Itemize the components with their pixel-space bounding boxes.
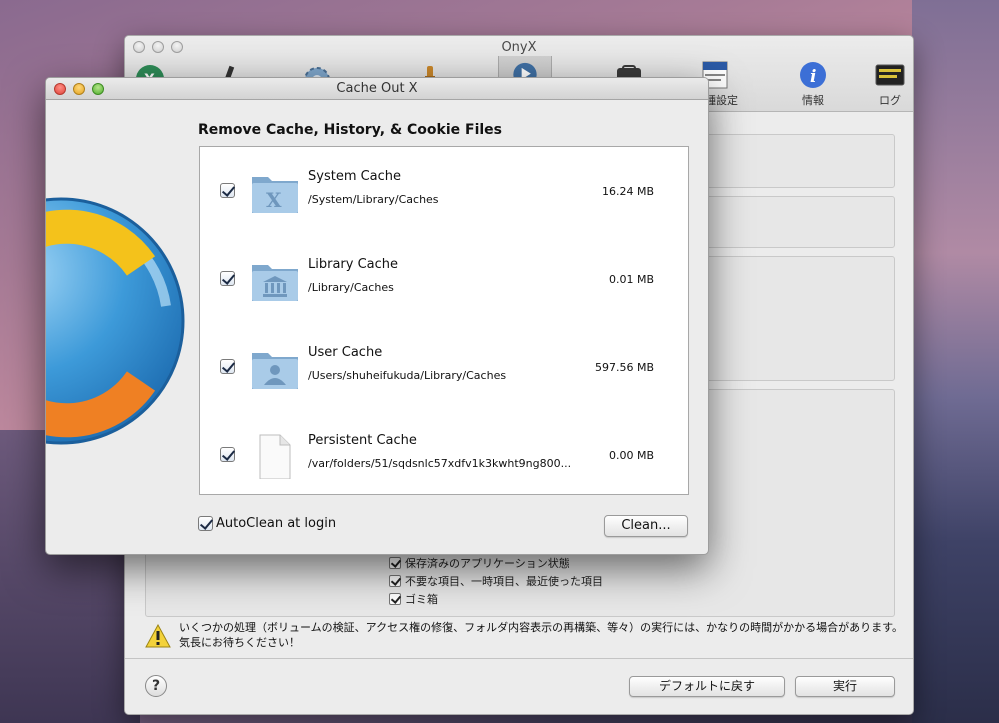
clean-button[interactable]: Clean... [604, 515, 688, 537]
option-label: 保存済みのアプリケーション状態 [405, 557, 570, 570]
cleanup-options: 保存済みのアプリケーション状態 不要な項目、一時項目、最近使った項目 ゴミ箱 [389, 554, 603, 608]
library-cache-checkbox[interactable] [220, 271, 235, 286]
user-cache-checkbox[interactable] [220, 359, 235, 374]
persistent-cache-checkbox[interactable] [220, 447, 235, 462]
cache-out-x-window: Cache Out X Remove Cache, History, & Coo… [45, 77, 709, 555]
svg-text:i: i [810, 67, 816, 87]
svg-text:X: X [266, 188, 282, 212]
cache-name: User Cache [308, 345, 383, 360]
cache-list: X System Cache /System/Library/Caches 16… [199, 146, 689, 495]
cache-path: /System/Library/Caches [308, 193, 439, 206]
cache-size: 597.56 MB [594, 361, 654, 374]
system-cache-checkbox[interactable] [220, 183, 235, 198]
toolbar-label: ログ [879, 94, 901, 107]
warning-icon [145, 624, 171, 648]
autoclean-checkbox[interactable] [198, 516, 213, 531]
run-button[interactable]: 実行 [795, 676, 895, 697]
autoclean-option[interactable]: AutoClean at login [198, 516, 336, 531]
option-temp-items[interactable]: 不要な項目、一時項目、最近使った項目 [389, 572, 603, 590]
cache-size: 0.01 MB [608, 273, 654, 286]
console-icon [875, 64, 905, 86]
cache-name: Persistent Cache [308, 433, 417, 448]
onyx-window-title: OnyX [501, 40, 537, 55]
option-label: 不要な項目、一時項目、最近使った項目 [405, 575, 603, 588]
toolbar-item-log[interactable]: ログ [860, 60, 913, 108]
option-label: ゴミ箱 [405, 593, 438, 606]
cache-name: System Cache [308, 169, 402, 184]
desktop-background-right [912, 0, 999, 723]
cache-out-x-logo-icon [46, 197, 185, 445]
info-icon: i [800, 62, 826, 88]
list-item: Persistent Cache /var/folders/51/sqdsnlc… [200, 411, 688, 499]
cache-size: 0.00 MB [608, 449, 654, 462]
cache-path: /var/folders/51/sqdsnlc57xdfv1k3kwht9ng8… [308, 457, 572, 470]
checkbox[interactable] [389, 557, 401, 569]
option-saved-app-state[interactable]: 保存済みのアプリケーション状態 [389, 554, 603, 572]
cache-out-x-title: Cache Out X [336, 81, 418, 96]
onyx-footer: ? デフォルトに戻す 実行 [125, 658, 913, 714]
system-folder-icon: X [252, 177, 298, 213]
cache-out-x-titlebar: Cache Out X [46, 78, 708, 100]
warning-text: いくつかの処理（ボリュームの検証、アクセス権の修復、フォルダ内容表示の再構築、等… [179, 621, 904, 649]
toolbar-label: 情報 [802, 94, 824, 107]
cache-size: 16.24 MB [601, 185, 654, 198]
list-item: Library Cache /Library/Caches 0.01 MB [200, 235, 688, 323]
cache-name: Library Cache [308, 257, 399, 272]
cache-section-heading: Remove Cache, History, & Cookie Files [198, 122, 503, 138]
document-icon [259, 434, 291, 479]
cache-path: /Users/shuheifukuda/Library/Caches [308, 369, 507, 382]
checkbox[interactable] [389, 593, 401, 605]
help-button[interactable]: ? [145, 675, 167, 697]
cache-path: /Library/Caches [308, 281, 394, 294]
warning-message: いくつかの処理（ボリュームの検証、アクセス権の修復、フォルダ内容表示の再構築、等… [145, 620, 905, 650]
list-item: X System Cache /System/Library/Caches 16… [200, 147, 688, 235]
library-folder-icon [252, 265, 298, 301]
user-folder-icon [252, 353, 298, 389]
restore-defaults-button[interactable]: デフォルトに戻す [629, 676, 785, 697]
autoclean-label: AutoClean at login [216, 516, 337, 531]
option-trash[interactable]: ゴミ箱 [389, 590, 603, 608]
checkbox[interactable] [389, 575, 401, 587]
toolbar-item-info[interactable]: i 情報 [783, 60, 843, 108]
list-item: User Cache /Users/shuheifukuda/Library/C… [200, 323, 688, 411]
